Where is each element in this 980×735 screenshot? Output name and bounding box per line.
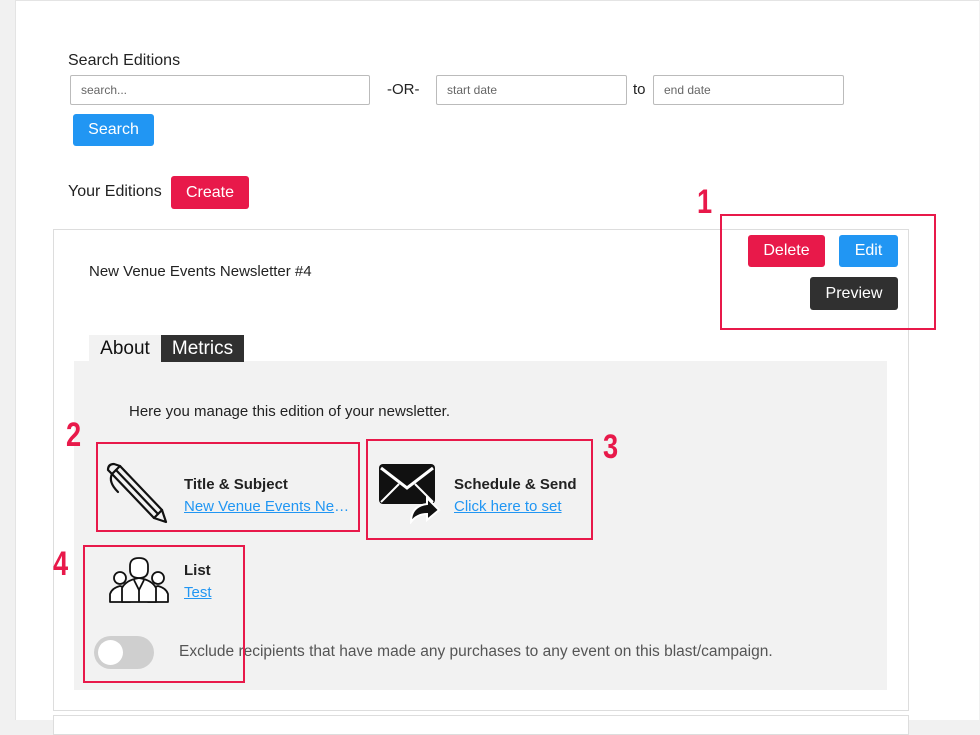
annotation-number-1: 1 [697, 183, 713, 221]
search-heading: Search Editions [68, 52, 181, 69]
end-date-input[interactable] [653, 75, 844, 105]
annotation-number-4: 4 [53, 545, 69, 583]
tab-about[interactable]: About [89, 335, 161, 362]
to-label: to [633, 81, 646, 98]
annotation-box-3 [366, 439, 593, 540]
panel-intro: Here you manage this edition of your new… [129, 403, 451, 420]
your-editions-label: Your Editions [68, 183, 162, 200]
annotation-box-1 [720, 214, 936, 330]
annotation-number-3: 3 [603, 428, 619, 466]
next-edition-card [53, 715, 909, 735]
create-button[interactable]: Create [171, 176, 249, 209]
search-input[interactable] [70, 75, 370, 105]
exclude-toggle-label: Exclude recipients that have made any pu… [179, 643, 773, 660]
tab-metrics[interactable]: Metrics [161, 335, 244, 362]
start-date-input[interactable] [436, 75, 627, 105]
edition-title: New Venue Events Newsletter #4 [89, 263, 312, 280]
or-label: -OR- [387, 81, 420, 98]
annotation-box-2 [96, 442, 360, 532]
annotation-number-2: 2 [66, 416, 82, 454]
annotation-box-4 [83, 545, 245, 683]
search-button[interactable]: Search [73, 114, 154, 146]
